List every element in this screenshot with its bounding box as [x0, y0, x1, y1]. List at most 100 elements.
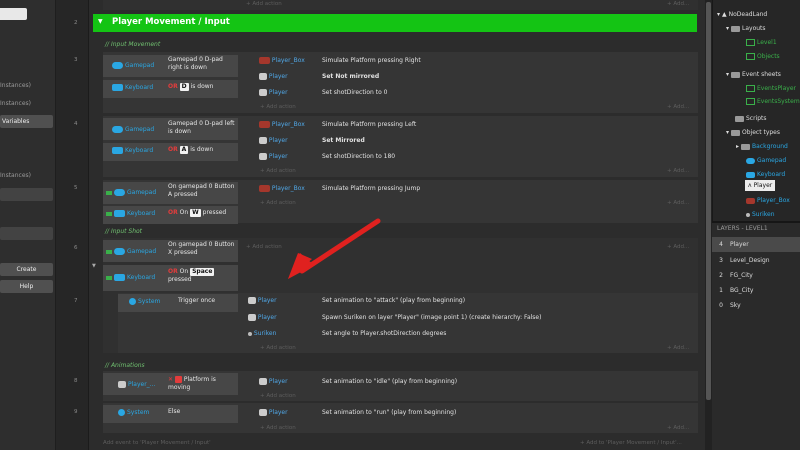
event-number: 3 [74, 57, 78, 63]
event-number-gutter: 2 3 4 5 6 7 8 9 [56, 0, 89, 450]
folder-icon [735, 115, 744, 122]
comment-input-movement[interactable]: // Input Movement [105, 41, 160, 48]
tree-scripts[interactable]: Scripts [735, 115, 767, 122]
add-link[interactable]: + Add... [667, 244, 689, 250]
add-action-link[interactable]: + Add action [260, 345, 296, 351]
player-icon [259, 153, 267, 160]
action-text[interactable]: Set Not mirrored [322, 73, 379, 80]
add-event-link[interactable]: Add event to 'Player Movement / Input' [103, 440, 211, 446]
action-object[interactable]: Player [259, 89, 288, 96]
add-action-link[interactable]: + Add action [260, 168, 296, 174]
action-text[interactable]: Set Mirrored [322, 137, 365, 144]
layer-row[interactable]: 2 FG_City [712, 268, 800, 283]
selected-item[interactable] [0, 8, 27, 20]
action-text[interactable]: Simulate Platform pressing Left [322, 121, 416, 128]
action-object[interactable]: Player_Box [259, 57, 305, 64]
add-action-link[interactable]: + Add action [260, 393, 296, 399]
tree-player-selected[interactable]: ᴧ Player [745, 180, 776, 191]
trigger-arrow-icon [106, 275, 112, 280]
gamepad-object: Gamepad [112, 126, 154, 133]
sidebar-blank-button-2[interactable] [0, 227, 53, 240]
keyboard-object: Keyboard [112, 147, 153, 154]
system-object: System [118, 409, 149, 416]
action-object[interactable]: Player [248, 314, 277, 321]
event-number: 5 [74, 185, 78, 191]
player-box-icon [259, 57, 270, 64]
scrollbar-thumb[interactable] [706, 2, 711, 400]
left-sidebar: Instances) Instances) Variables Instance… [0, 0, 56, 450]
or-condition: OR A is down [168, 146, 214, 154]
add-link[interactable]: + Add... [667, 168, 689, 174]
layer-row[interactable]: 1 BG_City [712, 283, 800, 298]
action-object[interactable]: Player [259, 137, 288, 144]
comment-animations[interactable]: // Animations [105, 362, 145, 369]
tree-layouts[interactable]: ▾ Layouts [726, 25, 766, 32]
gamepad-object: Gamepad [106, 189, 156, 196]
add-action-link[interactable]: + Add action [260, 425, 296, 431]
action-text[interactable]: Simulate Platform pressing Right [322, 57, 421, 64]
action-object[interactable]: Player [259, 378, 288, 385]
layer-row[interactable]: 4 Player [712, 237, 800, 252]
add-action-link[interactable]: + Add action [246, 244, 282, 250]
keyboard-icon [114, 274, 125, 281]
action-object[interactable]: Suriken [248, 330, 276, 337]
create-button[interactable]: Create [0, 263, 53, 276]
action-text[interactable]: Set animation to "idle" (play from begin… [322, 378, 457, 385]
sidebar-blank-button-1[interactable] [0, 188, 53, 201]
tree-object-types[interactable]: ▾ Object types [726, 129, 780, 136]
add-action-link[interactable]: + Add action [260, 104, 296, 110]
layer-row[interactable]: 0 Sky [712, 298, 800, 313]
tree-gamepad[interactable]: Gamepad [746, 157, 786, 164]
player-box-icon [746, 197, 755, 204]
action-text[interactable]: Spawn Suriken on layer "Player" (image p… [322, 314, 541, 321]
add-action-link[interactable]: + Add action [246, 1, 282, 7]
layout-icon [746, 39, 755, 46]
action-object[interactable]: Player [259, 409, 288, 416]
vertical-scrollbar[interactable] [705, 0, 712, 450]
tree-keyboard[interactable]: Keyboard [746, 171, 785, 178]
tree-eventsplayer[interactable]: EventsPlayer [746, 85, 796, 92]
player-object: Player_... [118, 381, 155, 388]
add-link[interactable]: + Add... [667, 200, 689, 206]
help-button[interactable]: Help [0, 280, 53, 293]
tree-root[interactable]: ▾ ▲ NoDeadLand [717, 11, 767, 18]
event-sheet-icon [746, 98, 755, 105]
action-object[interactable]: Player [259, 153, 288, 160]
event-number: 6 [74, 245, 78, 251]
player-icon [259, 378, 267, 385]
tree-event-sheets[interactable]: ▾ Event sheets [726, 71, 781, 78]
action-object[interactable]: Player [259, 73, 288, 80]
annotation-arrow [288, 218, 381, 279]
comment-input-shot[interactable]: // Input Shot [105, 228, 142, 235]
tree-layout-level1[interactable]: Level1 [746, 39, 777, 46]
action-object[interactable]: Player_Box [259, 185, 305, 192]
gamepad-icon [112, 62, 123, 69]
action-text[interactable]: Set angle to Player.shotDirection degree… [322, 330, 446, 337]
sidebar-variables-button[interactable]: Variables [0, 115, 53, 128]
collapse-icon[interactable]: ▼ [98, 18, 103, 25]
add-link[interactable]: + Add... [667, 1, 689, 7]
add-link[interactable]: + Add... [667, 104, 689, 110]
action-object[interactable]: Player [248, 297, 277, 304]
action-object[interactable]: Player_Box [259, 121, 305, 128]
tree-background[interactable]: ▸ Background [736, 143, 788, 150]
action-text[interactable]: Set animation to "run" (play from beginn… [322, 409, 456, 416]
action-text[interactable]: Set animation to "attack" (play from beg… [322, 297, 465, 304]
tree-layout-objects[interactable]: Objects [746, 53, 780, 60]
add-to-group-link[interactable]: + Add to 'Player Movement / Input'... [580, 440, 682, 446]
suriken-icon [248, 331, 252, 336]
collapse-icon[interactable]: ▼ [92, 263, 96, 269]
action-text[interactable]: Set shotDirection to 180 [322, 153, 395, 160]
keyboard-icon [746, 171, 755, 178]
tree-player-box[interactable]: Player_Box [746, 197, 790, 204]
tree-eventssystem[interactable]: EventsSystem [746, 98, 800, 105]
add-link[interactable]: + Add... [667, 425, 689, 431]
layer-row[interactable]: 3 Level_Design [712, 253, 800, 268]
add-link[interactable]: + Add... [667, 345, 689, 351]
add-action-link[interactable]: + Add action [260, 200, 296, 206]
player-icon [248, 314, 256, 321]
action-text[interactable]: Set shotDirection to 0 [322, 89, 387, 96]
action-text[interactable]: Simulate Platform pressing Jump [322, 185, 420, 192]
tree-suriken[interactable]: Suriken [746, 211, 775, 218]
event-number: 4 [74, 121, 78, 127]
